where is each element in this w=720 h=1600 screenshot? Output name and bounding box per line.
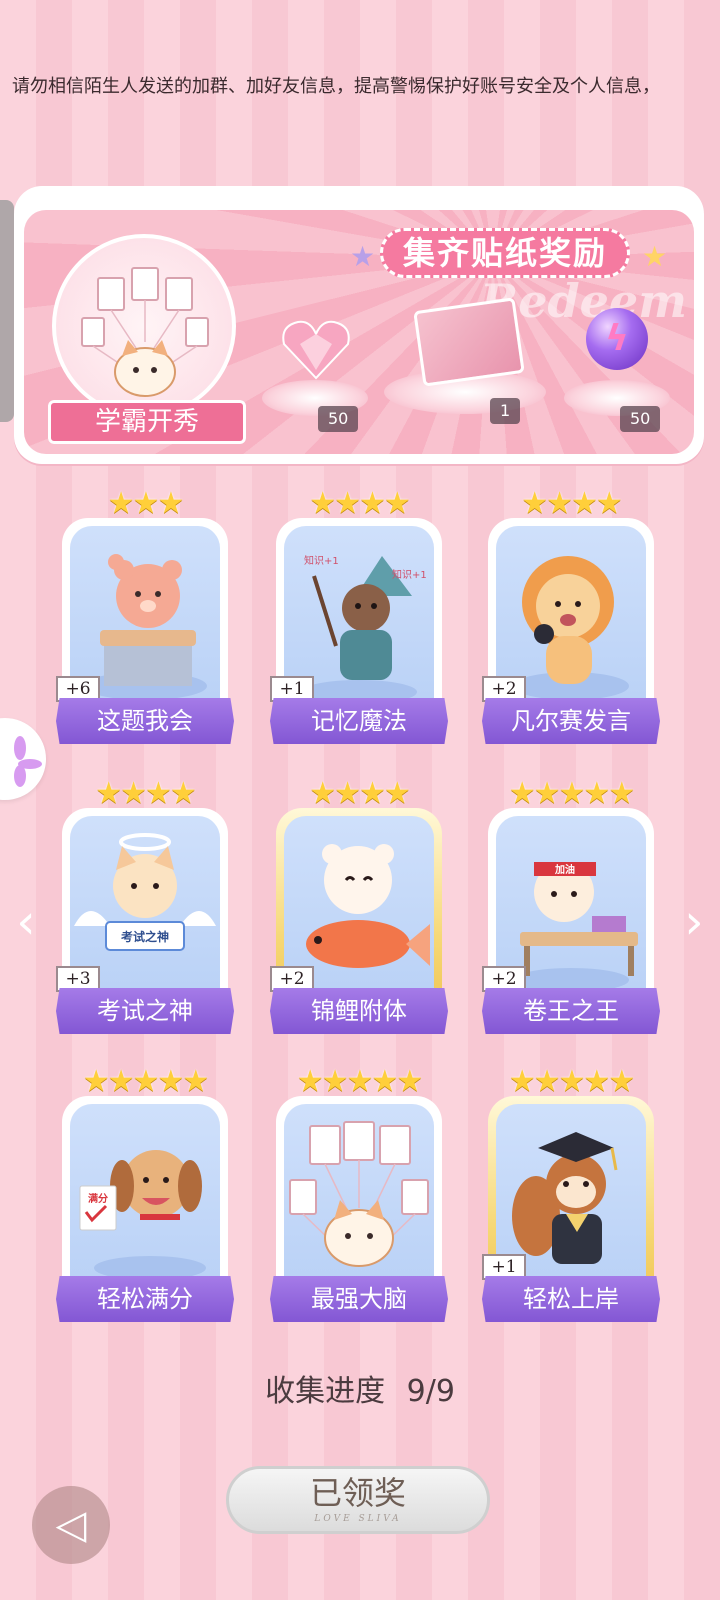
puppy-fullmark-icon: 满分 [79, 1150, 206, 1280]
sticker-name: 考试之神 [56, 988, 234, 1034]
sticker-card[interactable]: ★★★★ 知识+1 知识+1 +1 记忆魔法 [270, 486, 448, 744]
sticker-grid: ★★★ +6 这题我会 ★★★★ 知识+1 知识+1 +1 记忆魔法 ★★★★ … [0, 0, 720, 1600]
sticker-card[interactable]: ★★★★ 考试之神 +3 考试之神 [56, 776, 234, 1034]
claimed-button[interactable]: 已领奖 LOVE SLIVA [226, 1466, 490, 1534]
sticker-art [284, 1104, 434, 1290]
sticker-name: 记忆魔法 [270, 698, 448, 744]
star-rating: ★★★★★ [296, 1064, 423, 1099]
sticker-card[interactable]: ★★★★★ 加油 +2 卷王之王 [482, 776, 660, 1034]
star-rating: ★★★★★ [82, 1064, 209, 1099]
sticker-card[interactable]: ★★★★ +2 锦鲤附体 [270, 776, 448, 1034]
sticker-card[interactable]: ★★★★★ 满分 轻松满分 [56, 1064, 234, 1322]
star-rating: ★★★★ [309, 486, 411, 521]
claimed-button-subtext: LOVE SLIVA [314, 1514, 402, 1524]
sticker-name: 轻松满分 [56, 1276, 234, 1322]
star-rating: ★★★ [107, 486, 185, 521]
back-arrow-icon: ◁ [55, 1502, 87, 1548]
art-text: 知识+1 [392, 568, 427, 581]
sticker-card[interactable]: ★★★★★ 最强大脑 [270, 1064, 448, 1322]
art-text: 考试之神 [121, 929, 169, 944]
sticker-name: 卷王之王 [482, 988, 660, 1034]
claimed-button-label: 已领奖 [309, 1474, 406, 1512]
sticker-name: 锦鲤附体 [270, 988, 448, 1034]
star-rating: ★★★★ [95, 776, 197, 811]
sticker-card[interactable]: ★★★★ +2 凡尔赛发言 [482, 486, 660, 744]
sticker-name: 凡尔赛发言 [482, 698, 660, 744]
sticker-name: 最强大脑 [270, 1276, 448, 1322]
sticker-card[interactable]: ★★★ +6 这题我会 [56, 486, 234, 744]
star-rating: ★★★★★ [508, 1064, 635, 1099]
sticker-art: 满分 [70, 1104, 220, 1290]
cat-papers-icon [289, 1121, 429, 1267]
back-button[interactable]: ◁ [32, 1486, 110, 1564]
star-rating: ★★★★ [309, 776, 411, 811]
art-text: 加油 [554, 863, 575, 876]
sticker-name: 这题我会 [56, 698, 234, 744]
collection-progress: 收集进度 9/9 [0, 1366, 720, 1410]
progress-value: 9/9 [406, 1374, 455, 1409]
sticker-name: 轻松上岸 [482, 1276, 660, 1322]
art-text: 满分 [88, 1192, 108, 1205]
art-text: 知识+1 [304, 554, 339, 567]
star-rating: ★★★★ [521, 486, 623, 521]
star-rating: ★★★★★ [508, 776, 635, 811]
sticker-card[interactable]: ★★★★★ +1 轻松上岸 [482, 1064, 660, 1322]
progress-label: 收集进度 [265, 1374, 386, 1409]
